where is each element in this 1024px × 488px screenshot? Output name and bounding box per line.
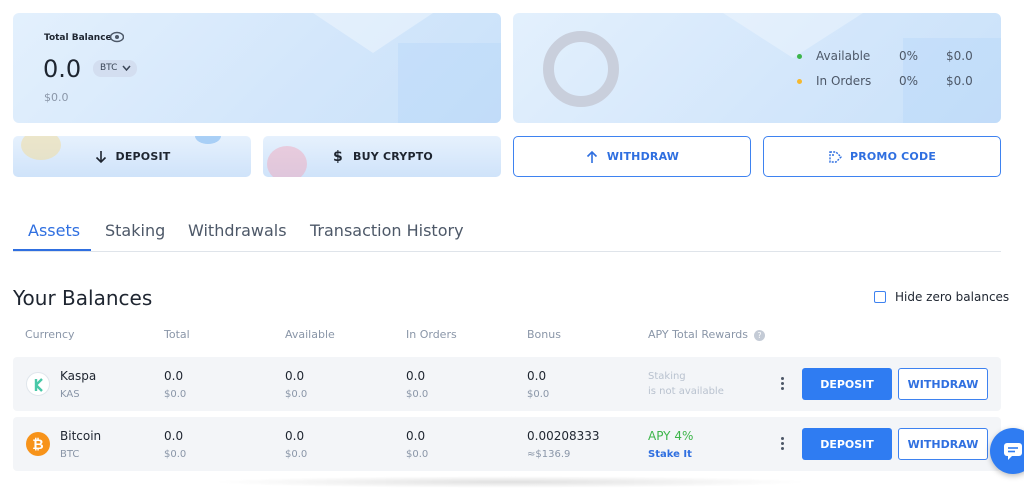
col-header-apy: APY Total Rewards?	[648, 328, 766, 341]
tab-transaction-history[interactable]: Transaction History	[310, 221, 464, 240]
table-row: ₿ Bitcoin BTC 0.0 $0.0 0.0 $0.0 0.0 $0.0…	[13, 417, 1001, 471]
tab-assets[interactable]: Assets	[28, 221, 80, 240]
hide-zero-balances-label: Hide zero balances	[895, 290, 1010, 304]
row-withdraw-button[interactable]: WITHDRAW	[898, 368, 988, 400]
in-orders-dot	[797, 79, 802, 84]
withdraw-label: WITHDRAW	[606, 150, 680, 163]
deposit-decoration-2	[195, 136, 221, 144]
chevron-down-icon	[122, 65, 131, 72]
help-icon[interactable]: ?	[754, 330, 766, 341]
total-usd: $0.0	[164, 389, 187, 400]
total-balance-value: 0.0	[43, 55, 82, 83]
chat-icon	[1004, 443, 1022, 460]
withdraw-button[interactable]: WITHDRAW	[513, 136, 751, 177]
dollar-icon: $	[333, 148, 343, 165]
more-options-icon[interactable]	[777, 435, 787, 453]
buy-decoration	[267, 146, 307, 177]
available-dot	[797, 54, 802, 59]
legend-in-orders-pct: 0%	[899, 74, 919, 88]
buy-crypto-button[interactable]: $ BUY CRYPTO	[263, 136, 501, 177]
promo-code-label: PROMO CODE	[849, 150, 937, 163]
legend-available-amount: $0.0	[946, 49, 973, 63]
active-tab-indicator	[13, 249, 91, 251]
col-header-total: Total	[164, 328, 190, 341]
bonus-value: 0.00208333	[527, 429, 600, 443]
arrow-down-icon	[95, 150, 106, 163]
row-deposit-button[interactable]: DEPOSIT	[802, 368, 892, 400]
currency-symbol: BTC	[60, 449, 80, 460]
stake-it-link[interactable]: Stake It	[648, 449, 692, 460]
currency-symbol: KAS	[60, 389, 80, 400]
balance-currency-select[interactable]: BTC	[93, 60, 137, 77]
hide-zero-balances-checkbox[interactable]: Hide zero balances	[874, 290, 1009, 304]
assets-tabs: Assets Staking Withdrawals Transaction H…	[13, 212, 1001, 252]
total-balance-card: Total Balance 0.0 BTC $0.0	[13, 13, 501, 123]
more-options-icon[interactable]	[777, 375, 787, 393]
legend-in-orders-amount: $0.0	[946, 74, 973, 88]
bonus-usd: $0.0	[527, 389, 550, 400]
total-value: 0.0	[164, 369, 184, 383]
tab-withdrawals[interactable]: Withdrawals	[188, 221, 287, 240]
bonus-value: 0.0	[527, 369, 547, 383]
arrow-up-icon	[586, 150, 597, 163]
total-usd: $0.0	[164, 449, 187, 460]
available-value: 0.0	[285, 429, 305, 443]
your-balances-title: Your Balances	[13, 286, 153, 310]
in-orders-usd: $0.0	[406, 389, 429, 400]
total-balance-label: Total Balance	[44, 33, 112, 43]
currency-name: Bitcoin	[60, 429, 102, 443]
staking-status: Staking	[648, 371, 686, 382]
row-withdraw-button[interactable]: WITHDRAW	[898, 428, 988, 460]
in-orders-usd: $0.0	[406, 449, 429, 460]
in-orders-value: 0.0	[406, 369, 426, 383]
eye-icon[interactable]	[110, 31, 124, 43]
total-balance-usd: $0.0	[44, 91, 69, 104]
balance-chart-card: Available 0% $0.0 In Orders 0% $0.0	[513, 13, 1001, 123]
legend-in-orders-label: In Orders	[816, 74, 872, 88]
col-header-in-orders: In Orders	[406, 328, 457, 341]
bottom-shadow	[210, 476, 810, 488]
balance-donut-chart	[543, 31, 619, 107]
balance-currency-value: BTC	[100, 63, 118, 73]
bonus-usd: ≈$136.9	[527, 449, 571, 460]
tab-staking[interactable]: Staking	[105, 221, 165, 240]
col-header-bonus: Bonus	[527, 328, 561, 341]
staking-unavailable-note: is not available	[648, 386, 724, 397]
legend-available-pct: 0%	[899, 49, 919, 63]
available-usd: $0.0	[285, 449, 308, 460]
apy-rate: APY 4%	[648, 429, 694, 443]
table-row: Kaspa KAS 0.0 $0.0 0.0 $0.0 0.0 $0.0 0.0…	[13, 357, 1001, 411]
legend-available-label: Available	[816, 49, 871, 63]
checkbox-icon[interactable]	[874, 291, 886, 303]
col-header-apy-label: APY Total Rewards	[648, 328, 749, 341]
bitcoin-coin-icon: ₿	[26, 432, 50, 456]
deposit-decoration	[21, 136, 61, 160]
in-orders-value: 0.0	[406, 429, 426, 443]
total-value: 0.0	[164, 429, 184, 443]
col-header-available: Available	[285, 328, 335, 341]
col-header-currency: Currency	[25, 328, 75, 341]
kaspa-coin-icon	[26, 372, 50, 396]
row-deposit-button[interactable]: DEPOSIT	[802, 428, 892, 460]
buy-crypto-label: BUY CRYPTO	[353, 150, 433, 163]
svg-text:₿: ₿	[32, 437, 43, 453]
deposit-button[interactable]: DEPOSIT	[13, 136, 251, 177]
available-value: 0.0	[285, 369, 305, 383]
deposit-label: DEPOSIT	[115, 150, 171, 163]
tag-icon	[829, 150, 842, 163]
promo-code-button[interactable]: PROMO CODE	[763, 136, 1001, 177]
available-usd: $0.0	[285, 389, 308, 400]
currency-name: Kaspa	[60, 369, 97, 383]
